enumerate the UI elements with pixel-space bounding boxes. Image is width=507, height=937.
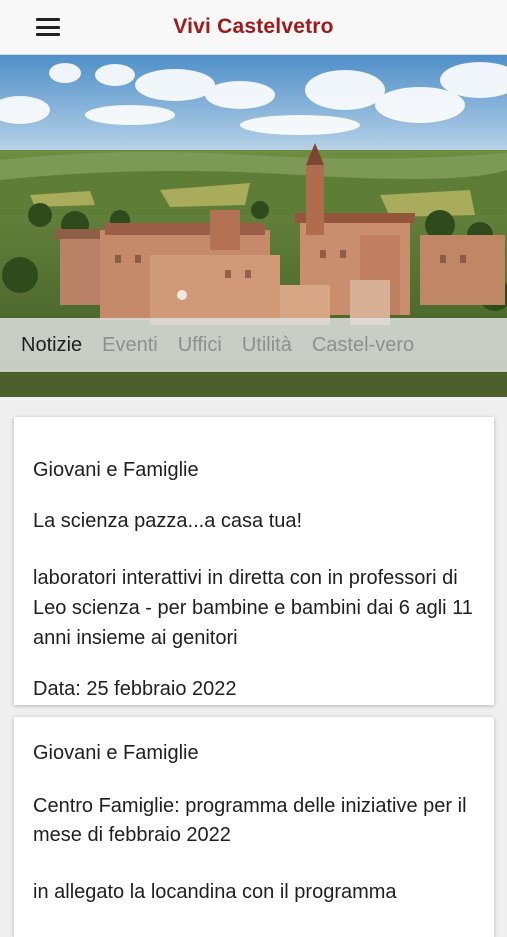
app-title: Vivi Castelvetro bbox=[173, 15, 334, 38]
news-description: laboratori interattivi in diretta con in… bbox=[33, 567, 473, 649]
news-category: Giovani e Famiglie bbox=[33, 459, 199, 481]
category-tabs: Notizie Eventi Uffici Utilità Castel-ver… bbox=[0, 318, 507, 372]
hamburger-menu-icon[interactable] bbox=[36, 16, 60, 38]
tab-uffici[interactable]: Uffici bbox=[178, 334, 222, 357]
tab-eventi[interactable]: Eventi bbox=[102, 334, 158, 357]
tab-castel-vero[interactable]: Castel-vero bbox=[312, 334, 414, 357]
news-title: Centro Famiglie: programma delle iniziat… bbox=[33, 795, 467, 846]
news-title: La scienza pazza...a casa tua! bbox=[33, 510, 303, 532]
news-description: in allegato la locandina con il programm… bbox=[33, 881, 397, 903]
app-header: Vivi Castelvetro bbox=[0, 0, 507, 55]
tab-utilita[interactable]: Utilità bbox=[242, 334, 292, 357]
news-category: Giovani e Famiglie bbox=[33, 742, 199, 764]
news-card[interactable]: Giovani e Famiglie Centro Famiglie: prog… bbox=[14, 717, 494, 937]
tab-notizie[interactable]: Notizie bbox=[21, 334, 82, 357]
news-date: Data: 25 febbraio 2022 bbox=[33, 678, 237, 700]
news-card[interactable]: Giovani e Famiglie La scienza pazza...a … bbox=[14, 417, 494, 705]
